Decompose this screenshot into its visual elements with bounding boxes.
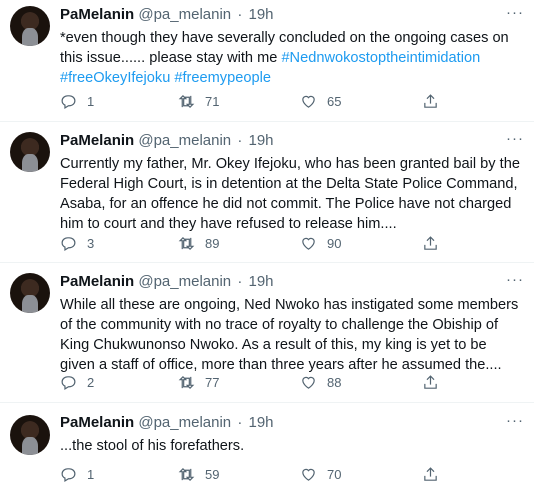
- tweet-actions: 1 59 70: [60, 466, 460, 486]
- tweet-text: While all these are ongoing, Ned Nwoko h…: [60, 297, 519, 373]
- share-button[interactable]: [422, 374, 439, 391]
- timestamp[interactable]: 19h: [249, 6, 274, 23]
- tweet-actions: 1 71 65: [60, 93, 460, 113]
- tweet-header: PaMelanin @pa_melanin · 19h: [60, 273, 274, 290]
- tweet-actions: 2 77 88: [60, 374, 460, 394]
- separator-dot: ·: [237, 273, 243, 290]
- tweet-header: PaMelanin @pa_melanin · 19h: [60, 414, 274, 431]
- more-icon[interactable]: ···: [506, 4, 524, 21]
- like-count: 65: [327, 94, 342, 109]
- reply-button[interactable]: 2: [60, 374, 94, 391]
- retweet-count: 77: [205, 375, 220, 390]
- like-icon: [302, 376, 315, 389]
- author-handle[interactable]: @pa_melanin: [138, 6, 231, 23]
- retweet-button[interactable]: 89: [178, 235, 219, 252]
- like-button[interactable]: 90: [300, 235, 341, 252]
- share-button[interactable]: [422, 466, 439, 483]
- tweet-text: ...the stool of his forefathers.: [60, 438, 245, 454]
- retweet-count: 71: [205, 94, 220, 109]
- tweet-text: Currently my father, Mr. Okey Ifejoku, w…: [60, 156, 520, 232]
- hashtag-link[interactable]: #freemypeople: [174, 70, 271, 86]
- author-handle[interactable]: @pa_melanin: [138, 414, 231, 431]
- like-icon: [302, 95, 315, 108]
- share-icon: [424, 375, 437, 389]
- retweet-icon: [178, 236, 195, 251]
- retweet-button[interactable]: 71: [178, 93, 219, 110]
- reply-icon: [61, 237, 76, 251]
- retweet-count: 89: [205, 236, 220, 251]
- like-button[interactable]: 65: [300, 93, 341, 110]
- tweet-header: PaMelanin @pa_melanin · 19h: [60, 6, 274, 23]
- like-icon: [302, 468, 315, 481]
- hashtag-link[interactable]: #freeOkeyIfejoku: [60, 70, 170, 86]
- author-handle[interactable]: @pa_melanin: [138, 132, 231, 149]
- more-icon[interactable]: ···: [506, 271, 524, 288]
- hashtag-link[interactable]: #Nednwokostoptheintimidation: [281, 50, 480, 66]
- timestamp[interactable]: 19h: [249, 273, 274, 290]
- avatar[interactable]: [10, 415, 50, 455]
- tweet[interactable]: PaMelanin @pa_melanin · 19h ··· Currentl…: [0, 122, 534, 263]
- like-count: 70: [327, 467, 342, 482]
- author-name[interactable]: PaMelanin: [60, 132, 134, 149]
- like-button[interactable]: 88: [300, 374, 341, 391]
- reply-button[interactable]: 3: [60, 235, 94, 252]
- tweet-actions: 3 89 90: [60, 235, 460, 255]
- avatar[interactable]: [10, 6, 50, 46]
- retweet-button[interactable]: 77: [178, 374, 219, 391]
- reply-count: 3: [87, 236, 95, 251]
- tweet-header: PaMelanin @pa_melanin · 19h: [60, 132, 274, 149]
- avatar[interactable]: [10, 273, 50, 313]
- timestamp[interactable]: 19h: [249, 414, 274, 431]
- reply-icon: [61, 95, 76, 109]
- retweet-icon: [178, 375, 195, 390]
- separator-dot: ·: [237, 132, 243, 149]
- share-icon: [424, 94, 437, 108]
- author-name[interactable]: PaMelanin: [60, 414, 134, 431]
- reply-count: 1: [87, 94, 95, 109]
- tweet[interactable]: PaMelanin @pa_melanin · 19h ··· While al…: [0, 263, 534, 403]
- tweet-text: *even though they have severally conclud…: [60, 28, 522, 88]
- like-icon: [302, 237, 315, 250]
- retweet-icon: [178, 467, 195, 482]
- reply-icon: [61, 468, 76, 482]
- author-handle[interactable]: @pa_melanin: [138, 273, 231, 290]
- separator-dot: ·: [237, 414, 243, 431]
- more-icon[interactable]: ···: [506, 130, 524, 147]
- retweet-button[interactable]: 59: [178, 466, 219, 483]
- retweet-icon: [178, 94, 195, 109]
- reply-button[interactable]: 1: [60, 93, 94, 110]
- reply-icon: [61, 376, 76, 390]
- author-name[interactable]: PaMelanin: [60, 273, 134, 290]
- share-icon: [424, 467, 437, 481]
- reply-count: 2: [87, 375, 95, 390]
- share-button[interactable]: [422, 93, 439, 110]
- like-count: 90: [327, 236, 342, 251]
- retweet-count: 59: [205, 467, 220, 482]
- author-name[interactable]: PaMelanin: [60, 6, 134, 23]
- separator-dot: ·: [237, 6, 243, 23]
- avatar[interactable]: [10, 132, 50, 172]
- share-button[interactable]: [422, 235, 439, 252]
- like-button[interactable]: 70: [300, 466, 341, 483]
- tweet[interactable]: PaMelanin @pa_melanin · 19h ··· ...the s…: [0, 403, 534, 496]
- share-icon: [424, 236, 437, 250]
- reply-button[interactable]: 1: [60, 466, 94, 483]
- timestamp[interactable]: 19h: [249, 132, 274, 149]
- tweet[interactable]: PaMelanin @pa_melanin · 19h ··· *even th…: [0, 0, 534, 122]
- like-count: 88: [327, 375, 342, 390]
- more-icon[interactable]: ···: [506, 412, 524, 429]
- reply-count: 1: [87, 467, 95, 482]
